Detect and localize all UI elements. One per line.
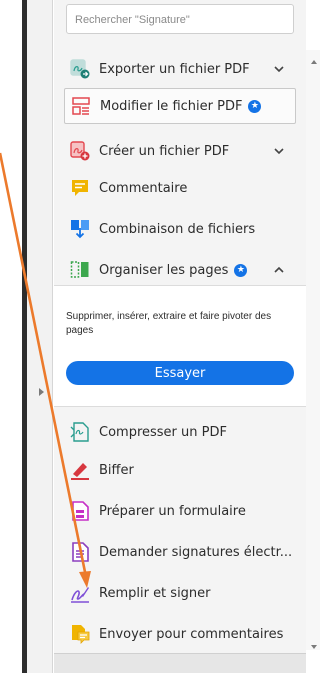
create-pdf-icon [70, 141, 90, 161]
tool-create-pdf[interactable]: Créer un fichier PDF [64, 133, 296, 169]
tool-label: Organiser les pages [99, 262, 229, 278]
tool-edit-pdf[interactable]: Modifier le fichier PDF ★ [64, 88, 296, 124]
redact-icon [70, 460, 90, 480]
tool-label: Remplir et signer [99, 585, 211, 601]
export-pdf-icon [70, 59, 90, 79]
request-signatures-icon [70, 542, 90, 562]
tool-label: Créer un fichier PDF [99, 143, 230, 159]
left-margin [0, 0, 22, 673]
tool-label: Compresser un PDF [99, 424, 227, 440]
chevron-down-icon[interactable] [274, 64, 284, 74]
tool-compress-pdf[interactable]: Compresser un PDF [64, 414, 296, 450]
tool-label: Commentaire [99, 180, 188, 196]
premium-star-icon: ★ [234, 263, 248, 277]
tool-label: Exporter un fichier PDF [99, 61, 250, 77]
tool-label: Modifier le fichier PDF [100, 98, 243, 114]
prepare-form-icon [70, 501, 90, 521]
scroll-up-arrow-icon[interactable] [311, 60, 317, 64]
tools-panel: Rechercher "Signature" Exporter un fichi… [54, 0, 306, 673]
tool-label: Biffer [99, 462, 134, 478]
panel-scrollbar[interactable] [306, 50, 320, 650]
organize-pages-details: Supprimer, insérer, extraire et faire pi… [54, 285, 306, 407]
tool-prepare-form[interactable]: Préparer un formulaire [64, 493, 296, 529]
tool-label: Combinaison de fichiers [99, 221, 256, 237]
tool-label: Demander signatures électr... [99, 544, 293, 560]
chevron-down-icon[interactable] [274, 146, 284, 156]
tool-comment[interactable]: Commentaire [64, 170, 296, 206]
panel-collapse-rail[interactable] [27, 0, 53, 673]
tool-combine-files[interactable]: Combinaison de fichiers [64, 211, 296, 247]
premium-star-icon: ★ [248, 99, 262, 113]
combine-files-icon [70, 219, 90, 239]
tool-label: Préparer un formulaire [99, 503, 246, 519]
try-button[interactable]: Essayer [66, 361, 294, 385]
tool-fill-sign[interactable]: Remplir et signer [64, 575, 296, 611]
chevron-up-icon[interactable] [274, 265, 284, 275]
tool-send-for-comments[interactable]: Envoyer pour commentaires [64, 616, 296, 652]
tool-request-signatures[interactable]: Demander signatures électr... [64, 534, 296, 570]
fill-sign-icon [70, 583, 90, 603]
tool-search-input[interactable]: Rechercher "Signature" [66, 4, 294, 34]
panel-footer [54, 653, 306, 673]
organize-pages-icon [70, 260, 90, 280]
organize-pages-description: Supprimer, insérer, extraire et faire pi… [66, 311, 272, 336]
collapse-panel-arrow-icon[interactable] [39, 388, 44, 396]
edit-pdf-icon [71, 96, 91, 116]
scroll-down-arrow-icon[interactable] [311, 645, 317, 649]
tool-redact[interactable]: Biffer [64, 452, 296, 488]
compress-pdf-icon [70, 422, 90, 442]
tool-export-pdf[interactable]: Exporter un fichier PDF [64, 51, 296, 87]
comment-icon [70, 178, 90, 198]
tool-label: Envoyer pour commentaires [99, 626, 284, 642]
send-for-comments-icon [70, 624, 90, 644]
tool-organize-pages[interactable]: Organiser les pages ★ [64, 252, 296, 288]
